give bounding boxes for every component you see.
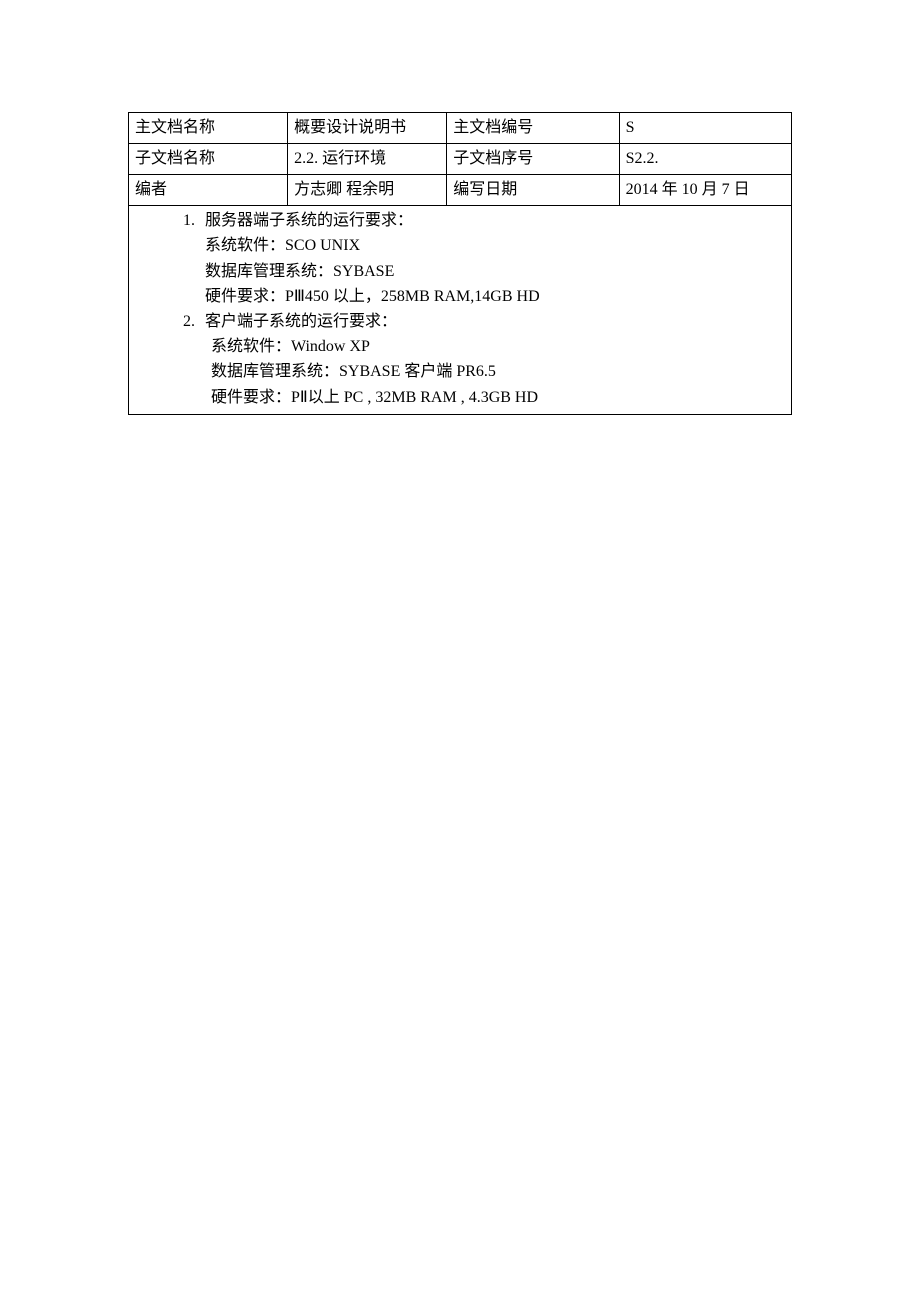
list-marker-1: 1. (169, 209, 195, 233)
write-date-label: 编写日期 (447, 175, 619, 206)
list-item-2: 2. 客户端子系统的运行要求： (169, 310, 785, 334)
list-detail-1-1: 系统软件：SCO UNIX (169, 233, 785, 259)
main-doc-number-label: 主文档编号 (447, 113, 619, 144)
header-row-3: 编者 方志卿 程余明 编写日期 2014 年 10 月 7 日 (129, 175, 792, 206)
header-row-2: 子文档名称 2.2. 运行环境 子文档序号 S2.2. (129, 144, 792, 175)
write-date-value: 2014 年 10 月 7 日 (619, 175, 791, 206)
list-detail-1-3: 硬件要求：PⅢ450 以上，258MB RAM,14GB HD (169, 284, 785, 310)
list-item-1: 1. 服务器端子系统的运行要求： (169, 209, 785, 233)
list-marker-2: 2. (169, 310, 195, 334)
list-detail-1-2: 数据库管理系统：SYBASE (169, 259, 785, 285)
sub-doc-name-label: 子文档名称 (129, 144, 288, 175)
main-doc-number-value: S (619, 113, 791, 144)
author-label: 编者 (129, 175, 288, 206)
list-detail-2-3: 硬件要求：PⅡ以上 PC , 32MB RAM , 4.3GB HD (169, 385, 785, 411)
sub-doc-seq-value: S2.2. (619, 144, 791, 175)
content-row: 1. 服务器端子系统的运行要求： 系统软件：SCO UNIX 数据库管理系统：SY… (129, 206, 792, 415)
list-title-1: 服务器端子系统的运行要求： (205, 212, 413, 229)
header-row-1: 主文档名称 概要设计说明书 主文档编号 S (129, 113, 792, 144)
main-doc-name-value: 概要设计说明书 (288, 113, 447, 144)
content-list: 1. 服务器端子系统的运行要求： 系统软件：SCO UNIX 数据库管理系统：SY… (135, 209, 785, 411)
sub-doc-name-value: 2.2. 运行环境 (288, 144, 447, 175)
document-table: 主文档名称 概要设计说明书 主文档编号 S 子文档名称 2.2. 运行环境 子文… (128, 112, 792, 415)
author-value: 方志卿 程余明 (288, 175, 447, 206)
list-detail-2-2: 数据库管理系统：SYBASE 客户端 PR6.5 (169, 359, 785, 385)
sub-doc-seq-label: 子文档序号 (447, 144, 619, 175)
main-doc-name-label: 主文档名称 (129, 113, 288, 144)
list-detail-2-1: 系统软件：Window XP (169, 334, 785, 360)
content-cell: 1. 服务器端子系统的运行要求： 系统软件：SCO UNIX 数据库管理系统：SY… (129, 206, 792, 415)
list-title-2: 客户端子系统的运行要求： (205, 313, 397, 330)
